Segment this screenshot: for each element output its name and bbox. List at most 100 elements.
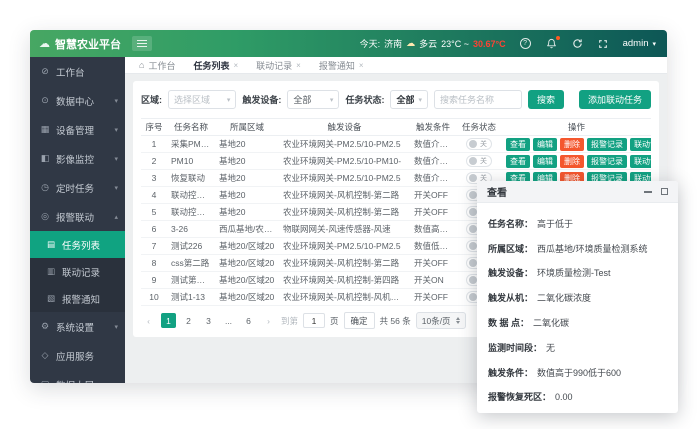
cell-no: 7 (141, 238, 167, 255)
close-icon[interactable]: × (359, 61, 364, 70)
tab-bar: ⌂工作台任务列表×联动记录×报警通知× (125, 57, 667, 74)
cell-name: 联动控制... (167, 204, 215, 221)
sidebar-subitem-alarm-notice[interactable]: ▧报警通知 (30, 285, 125, 312)
cell-device: 农业环境网关-风机控制-第四路 (279, 272, 410, 289)
cell-region: 基地20 (215, 187, 279, 204)
sidebar-item-alarm[interactable]: ◎报警联动▴ (30, 202, 125, 231)
tab-label: 联动记录 (256, 59, 292, 72)
field-label: 触发条件： (488, 366, 533, 379)
tab-label: 任务列表 (193, 59, 229, 72)
cell-condition: 数值介于... (410, 136, 456, 153)
close-icon[interactable]: × (296, 61, 301, 70)
close-icon[interactable]: × (233, 61, 238, 70)
sidebar-item-dashboard[interactable]: ⊘工作台 (30, 57, 125, 86)
sidebar-item-camera[interactable]: ◧影像监控▾ (30, 144, 125, 173)
action-button-报警记录[interactable]: 报警记录 (587, 155, 627, 168)
bell-icon[interactable] (545, 37, 558, 50)
weather-city: 济南 (384, 37, 402, 50)
action-button-联动记录[interactable]: 联动记录 (630, 155, 651, 168)
sidebar-subitem-linkage-record[interactable]: ▥联动记录 (30, 258, 125, 285)
action-button-报警记录[interactable]: 报警记录 (587, 138, 627, 151)
action-button-编辑[interactable]: 编辑 (533, 155, 557, 168)
field-value: 高于低于 (537, 217, 573, 230)
sidebar-item-big-screen[interactable]: ▢数据大屏 (30, 370, 125, 383)
action-button-编辑[interactable]: 编辑 (533, 138, 557, 151)
field-value: 二氧化碳 (533, 316, 569, 329)
page-button-3[interactable]: 3 (201, 313, 216, 328)
cell-actions: 查看编辑删除报警记录联动记录 (502, 153, 651, 170)
notification-badge (556, 36, 560, 40)
tab-联动记录[interactable]: 联动记录 × (247, 57, 310, 73)
header-right: 今天: 济南 ☁ 多云 23°C ~ 30.67°C ? (360, 37, 667, 50)
chevron-down-icon: ▾ (330, 96, 334, 104)
next-page-button[interactable]: › (261, 313, 276, 328)
prev-page-button[interactable]: ‹ (141, 313, 156, 328)
page-button-6[interactable]: 6 (241, 313, 256, 328)
delete-button[interactable]: 删除 (560, 155, 584, 168)
cell-device: 农业环境网关-PM2.5/10-PM2.5 (279, 170, 410, 187)
search-input[interactable] (434, 90, 522, 109)
delete-button[interactable]: 删除 (560, 138, 584, 151)
toggle-knob (469, 191, 477, 199)
action-button-联动记录[interactable]: 联动记录 (630, 138, 651, 151)
tab-任务列表[interactable]: 任务列表 × (184, 57, 247, 73)
dialog-header: 查看 (477, 181, 678, 203)
sidebar-item-device[interactable]: ▦设备管理▾ (30, 115, 125, 144)
action-buttons: 查看编辑删除报警记录联动记录 (506, 138, 647, 151)
sidebar-item-app-service[interactable]: ◇应用服务 (30, 341, 125, 370)
sidebar-submenu: ▤任务列表▥联动记录▧报警通知 (30, 231, 125, 312)
action-button-查看[interactable]: 查看 (506, 155, 530, 168)
dialog-field: 监测时间段：无 (488, 335, 667, 360)
page-button-2[interactable]: 2 (181, 313, 196, 328)
field-value: 环境质量检测-Test (537, 266, 611, 279)
weather-prefix: 今天: (360, 37, 381, 50)
dialog-field: 触发从机：二氧化碳浓度 (488, 285, 667, 310)
page-button-1[interactable]: 1 (161, 313, 176, 328)
table-header-row: 序号任务名称所属区域触发设备触发条件任务状态操作 (141, 119, 651, 136)
sidebar: ⊘工作台⊙数据中心▾▦设备管理▾◧影像监控▾◷定时任务▾◎报警联动▴▤任务列表▥… (30, 57, 125, 383)
cell-actions: 查看编辑删除报警记录联动记录 (502, 136, 651, 153)
dialog-field: 报警恢复死区：0.00 (488, 385, 667, 410)
cell-device: 物联网网关-风速传感器-风速 (279, 221, 410, 238)
app-service-icon: ◇ (40, 350, 50, 361)
user-menu[interactable]: admin ▾ (623, 38, 656, 49)
cell-device: 农业环境网关-风机控制-第二路 (279, 255, 410, 272)
sidebar-item-data-center[interactable]: ⊙数据中心▾ (30, 86, 125, 115)
sidebar-subitem-task-list[interactable]: ▤任务列表 (30, 231, 125, 258)
column-header: 操作 (502, 119, 651, 136)
total-count: 共 56 条 (380, 315, 411, 327)
confirm-page-button[interactable]: 确定 (344, 312, 375, 329)
maximize-icon[interactable] (661, 188, 668, 195)
tab-报警通知[interactable]: 报警通知× (310, 57, 373, 73)
help-icon[interactable]: ? (519, 37, 532, 50)
chevron-down-icon: ▾ (114, 323, 118, 331)
cell-name: 恢复联动 (167, 170, 215, 187)
per-page-select[interactable]: 10条/页 (416, 312, 466, 329)
refresh-icon[interactable] (571, 37, 584, 50)
cell-condition: 开关OFF (410, 255, 456, 272)
action-button-查看[interactable]: 查看 (506, 138, 530, 151)
task-status-select[interactable]: 全部 ▾ (390, 90, 428, 109)
tab-工作台[interactable]: ⌂工作台 (130, 57, 184, 73)
sidebar-collapse-button[interactable] (132, 36, 152, 51)
sidebar-item-label: 数据中心 (56, 94, 94, 108)
search-button[interactable]: 搜索 (528, 90, 564, 109)
username: admin (623, 38, 649, 49)
region-select[interactable]: 选择区域 ▾ (168, 90, 236, 109)
column-header: 触发条件 (410, 119, 456, 136)
cell-region: 基地20 (215, 170, 279, 187)
status-toggle[interactable]: 关 (466, 138, 492, 150)
minimize-icon[interactable] (644, 191, 652, 193)
fullscreen-icon[interactable] (597, 37, 610, 50)
status-toggle[interactable]: 关 (466, 155, 492, 167)
cell-condition: 开关ON (410, 272, 456, 289)
cell-no: 10 (141, 289, 167, 306)
cloud-logo-icon: ☁ (39, 37, 50, 50)
gear-icon: ⚙ (40, 321, 50, 332)
trigger-device-select[interactable]: 全部 ▾ (287, 90, 339, 109)
cell-name: 联动控制... (167, 187, 215, 204)
sidebar-item-clock[interactable]: ◷定时任务▾ (30, 173, 125, 202)
sidebar-item-gear[interactable]: ⚙系统设置▾ (30, 312, 125, 341)
jump-page-input[interactable] (303, 313, 325, 328)
add-linkage-task-button[interactable]: 添加联动任务 (579, 90, 651, 109)
